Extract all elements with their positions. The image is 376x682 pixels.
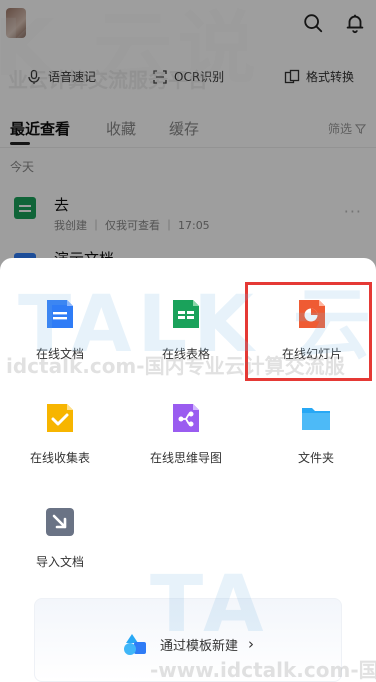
- import-document-button[interactable]: 导入文档: [0, 506, 120, 578]
- sheet-icon: [173, 300, 199, 328]
- item-label: 在线表格: [161, 347, 210, 361]
- item-label: 导入文档: [35, 555, 84, 569]
- doc-icon: [47, 300, 73, 328]
- create-online-sheet-button[interactable]: 在线表格: [126, 298, 246, 370]
- create-online-form-button[interactable]: 在线收集表: [0, 402, 120, 474]
- item-label: 在线文档: [35, 347, 84, 361]
- create-mindmap-button[interactable]: 在线思维导图: [126, 402, 246, 474]
- chevron-right-icon: ›: [248, 635, 255, 653]
- item-label: 在线思维导图: [149, 451, 222, 465]
- item-label: 文件夹: [297, 451, 334, 465]
- folder-icon: [302, 408, 330, 430]
- create-from-template-link[interactable]: 通过模板新建 ›: [122, 632, 254, 656]
- highlight-box: [245, 282, 372, 381]
- template-link-label: 通过模板新建: [160, 638, 239, 654]
- item-label: 在线收集表: [29, 451, 90, 465]
- create-folder-button[interactable]: 文件夹: [256, 402, 376, 474]
- import-icon: [46, 508, 74, 536]
- mindmap-icon: [173, 404, 199, 432]
- form-icon: [47, 404, 73, 432]
- create-online-doc-button[interactable]: 在线文档: [0, 298, 120, 370]
- shapes-icon: [124, 634, 146, 655]
